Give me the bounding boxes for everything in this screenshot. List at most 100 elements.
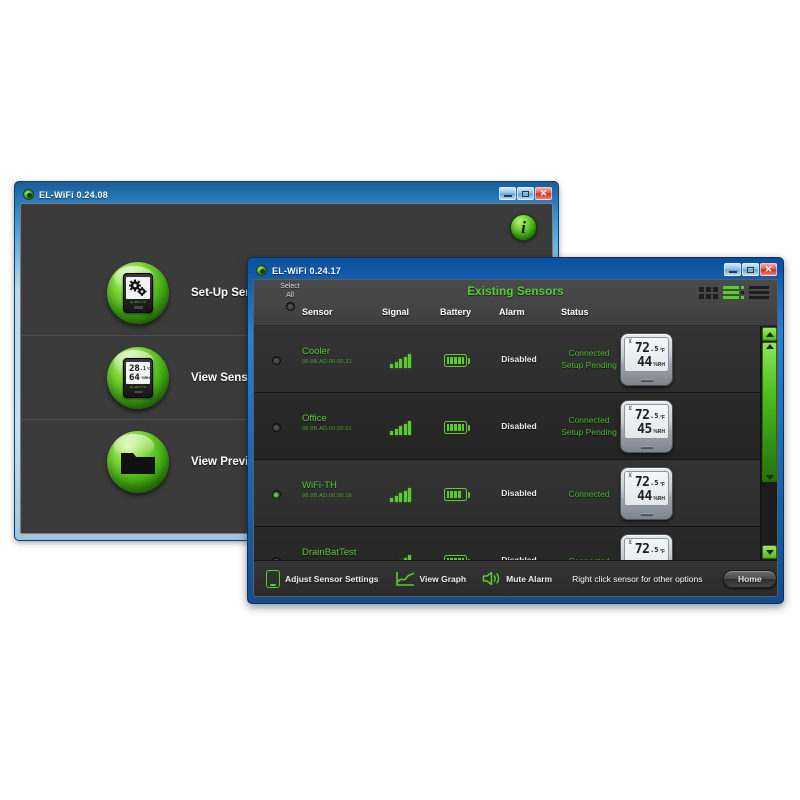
lcd-temp-unit-back: °C xyxy=(146,366,150,371)
scroll-down-button[interactable] xyxy=(762,545,777,559)
lcd-temperature: 72 xyxy=(634,542,650,557)
status-line-2: Setup Pending xyxy=(561,360,617,370)
window-controls-back: ✕ xyxy=(499,187,552,200)
sensor-reading-display: ⊻ 72 .5 °F xyxy=(620,534,673,560)
lcd-humidity: 45 xyxy=(637,422,652,437)
sensor-name-cell: Cooler 98.8B.AD.00.00.31 xyxy=(302,346,352,367)
lcd-device-icon: 28 .1 °C 64 %RH EL-WiFi-TH xyxy=(123,357,153,398)
alarm-status: Disabled xyxy=(501,421,537,431)
adjust-sensor-settings-button[interactable]: Adjust Sensor Settings xyxy=(266,569,379,588)
close-button-back[interactable]: ✕ xyxy=(535,187,552,200)
alarm-status: Disabled xyxy=(501,354,537,364)
chevron-down-icon xyxy=(765,549,774,555)
battery-level-icon xyxy=(444,354,470,367)
row-select-radio[interactable] xyxy=(268,354,284,365)
battery-level-icon xyxy=(444,488,470,501)
titlebar-back[interactable]: EL-WiFi 0.24.08 ✕ xyxy=(19,186,554,203)
sensor-mac: 98.8B.AD.00.00.1E xyxy=(302,493,353,499)
bottom-toolbar: Adjust Sensor Settings View Graph Mute A… xyxy=(254,560,777,596)
sensor-mac: 98.8B.AD.00.00.01 xyxy=(302,426,352,432)
sensor-settings-icon xyxy=(266,569,280,588)
home-button[interactable]: Home xyxy=(722,569,777,588)
lcd-device-button xyxy=(640,446,653,449)
speaker-icon xyxy=(482,571,501,586)
device-brand-label: EL-WiFi-TH xyxy=(130,385,146,389)
chevron-up-icon xyxy=(765,331,774,337)
minimize-button-back[interactable] xyxy=(499,187,516,200)
lcd-humidity-unit: %RH xyxy=(653,362,665,368)
column-header-alarm: Alarm xyxy=(499,307,525,317)
close-button-front[interactable]: ✕ xyxy=(760,263,777,276)
sensor-list[interactable]: Cooler 98.8B.AD.00.00.31 Disabled Connec… xyxy=(254,326,760,560)
sensor-reading-display: ⊻ 72 .5 °F 45 %RH xyxy=(620,400,673,453)
table-row[interactable]: Cooler 98.8B.AD.00.00.31 Disabled Connec… xyxy=(254,326,760,393)
lcd-temperature-unit: °F xyxy=(659,549,665,555)
folder-icon xyxy=(120,448,156,475)
lcd-humidity-unit: %RH xyxy=(653,429,665,435)
info-icon: i xyxy=(521,217,526,237)
signal-strength-icon xyxy=(390,353,411,368)
window-title-back: EL-WiFi 0.24.08 xyxy=(39,189,108,200)
vertical-scrollbar[interactable] xyxy=(760,326,777,560)
lcd-temperature-decimal: .5 xyxy=(650,412,659,420)
maximize-button-back[interactable] xyxy=(517,187,534,200)
column-header-battery: Battery xyxy=(440,307,472,317)
connection-status: Connected Setup Pending xyxy=(550,414,628,438)
status-line-1: Connected xyxy=(568,415,610,425)
lcd-rh-unit-back: %RH xyxy=(141,375,150,380)
lcd-temperature-unit: °F xyxy=(659,482,665,488)
screenshot-canvas: EL-WiFi 0.24.08 ✕ i EL-WiFi-TH Set-Up Se… xyxy=(0,0,800,800)
device-button xyxy=(133,390,143,393)
row-select-radio[interactable] xyxy=(268,421,284,432)
gears-device-icon: EL-WiFi-TH xyxy=(123,273,153,313)
app-logo-icon xyxy=(23,189,34,200)
lcd-humidity-unit: %RH xyxy=(653,496,665,502)
minimize-button-front[interactable] xyxy=(724,263,741,276)
lcd-temperature-unit: °F xyxy=(659,415,665,421)
view-previously-orb xyxy=(107,430,169,493)
window-frame-front: EL-WiFi 0.24.17 ✕ Select All Existing Se… xyxy=(247,257,784,604)
status-line-1: Connected xyxy=(568,348,610,358)
chevron-up-icon xyxy=(765,344,774,349)
lcd-rh-back: 64 xyxy=(129,372,140,383)
window-el-wifi-0-24-17[interactable]: EL-WiFi 0.24.17 ✕ Select All Existing Se… xyxy=(247,257,784,604)
sensor-reading-display: ⊻ 72 .5 °F 44 %RH xyxy=(620,333,673,386)
maximize-button-front[interactable] xyxy=(742,263,759,276)
column-header-status: Status xyxy=(561,307,589,317)
scroll-up-button[interactable] xyxy=(762,327,777,341)
lcd-temperature: 72 xyxy=(634,341,650,356)
grid-view-icon[interactable] xyxy=(699,286,718,299)
detail-list-view-icon[interactable] xyxy=(723,286,744,299)
lcd-temp-dec-back: .1 xyxy=(139,365,146,372)
row-select-radio[interactable] xyxy=(268,488,284,499)
chevron-down-icon xyxy=(765,475,774,480)
scrollbar-thumb[interactable] xyxy=(762,342,777,482)
sensor-name-cell: DrainBatTest xyxy=(302,547,356,559)
device-screen xyxy=(126,277,150,299)
window-controls-front: ✕ xyxy=(724,263,777,276)
client-area-front: Select All Existing Sensors Sensor Signa… xyxy=(253,279,778,597)
table-row[interactable]: WiFi-TH 98.8B.AD.00.00.1E Disabled Conne… xyxy=(254,460,760,527)
connection-status: Connected Setup Pending xyxy=(550,347,628,371)
antenna-icon: ⊻ xyxy=(628,473,633,479)
adjust-sensor-settings-label: Adjust Sensor Settings xyxy=(285,573,379,584)
table-row[interactable]: Office 98.8B.AD.00.00.01 Disabled Connec… xyxy=(254,393,760,460)
graph-icon xyxy=(395,571,415,587)
sensor-reading-display: ⊻ 72 .5 °F 44 %RH xyxy=(620,467,673,520)
antenna-icon: ⊻ xyxy=(628,406,633,412)
view-mode-switcher xyxy=(699,286,769,299)
antenna-icon: ⊻ xyxy=(628,339,633,345)
signal-strength-icon xyxy=(390,420,411,435)
antenna-icon: ⊻ xyxy=(628,540,633,546)
status-line-2: Setup Pending xyxy=(561,427,617,437)
lcd-humidity: 44 xyxy=(637,489,652,504)
sensor-mac: 98.8B.AD.00.00.31 xyxy=(302,359,352,365)
view-graph-button[interactable]: View Graph xyxy=(395,571,466,587)
compact-list-view-icon[interactable] xyxy=(749,286,769,299)
mute-alarm-button[interactable]: Mute Alarm xyxy=(482,571,552,586)
info-button[interactable]: i xyxy=(510,214,537,241)
battery-level-icon xyxy=(444,421,470,434)
right-click-hint: Right click sensor for other options xyxy=(572,573,703,584)
titlebar-front[interactable]: EL-WiFi 0.24.17 ✕ xyxy=(252,262,779,279)
table-row[interactable]: DrainBatTest Disabled Connected xyxy=(254,527,760,560)
